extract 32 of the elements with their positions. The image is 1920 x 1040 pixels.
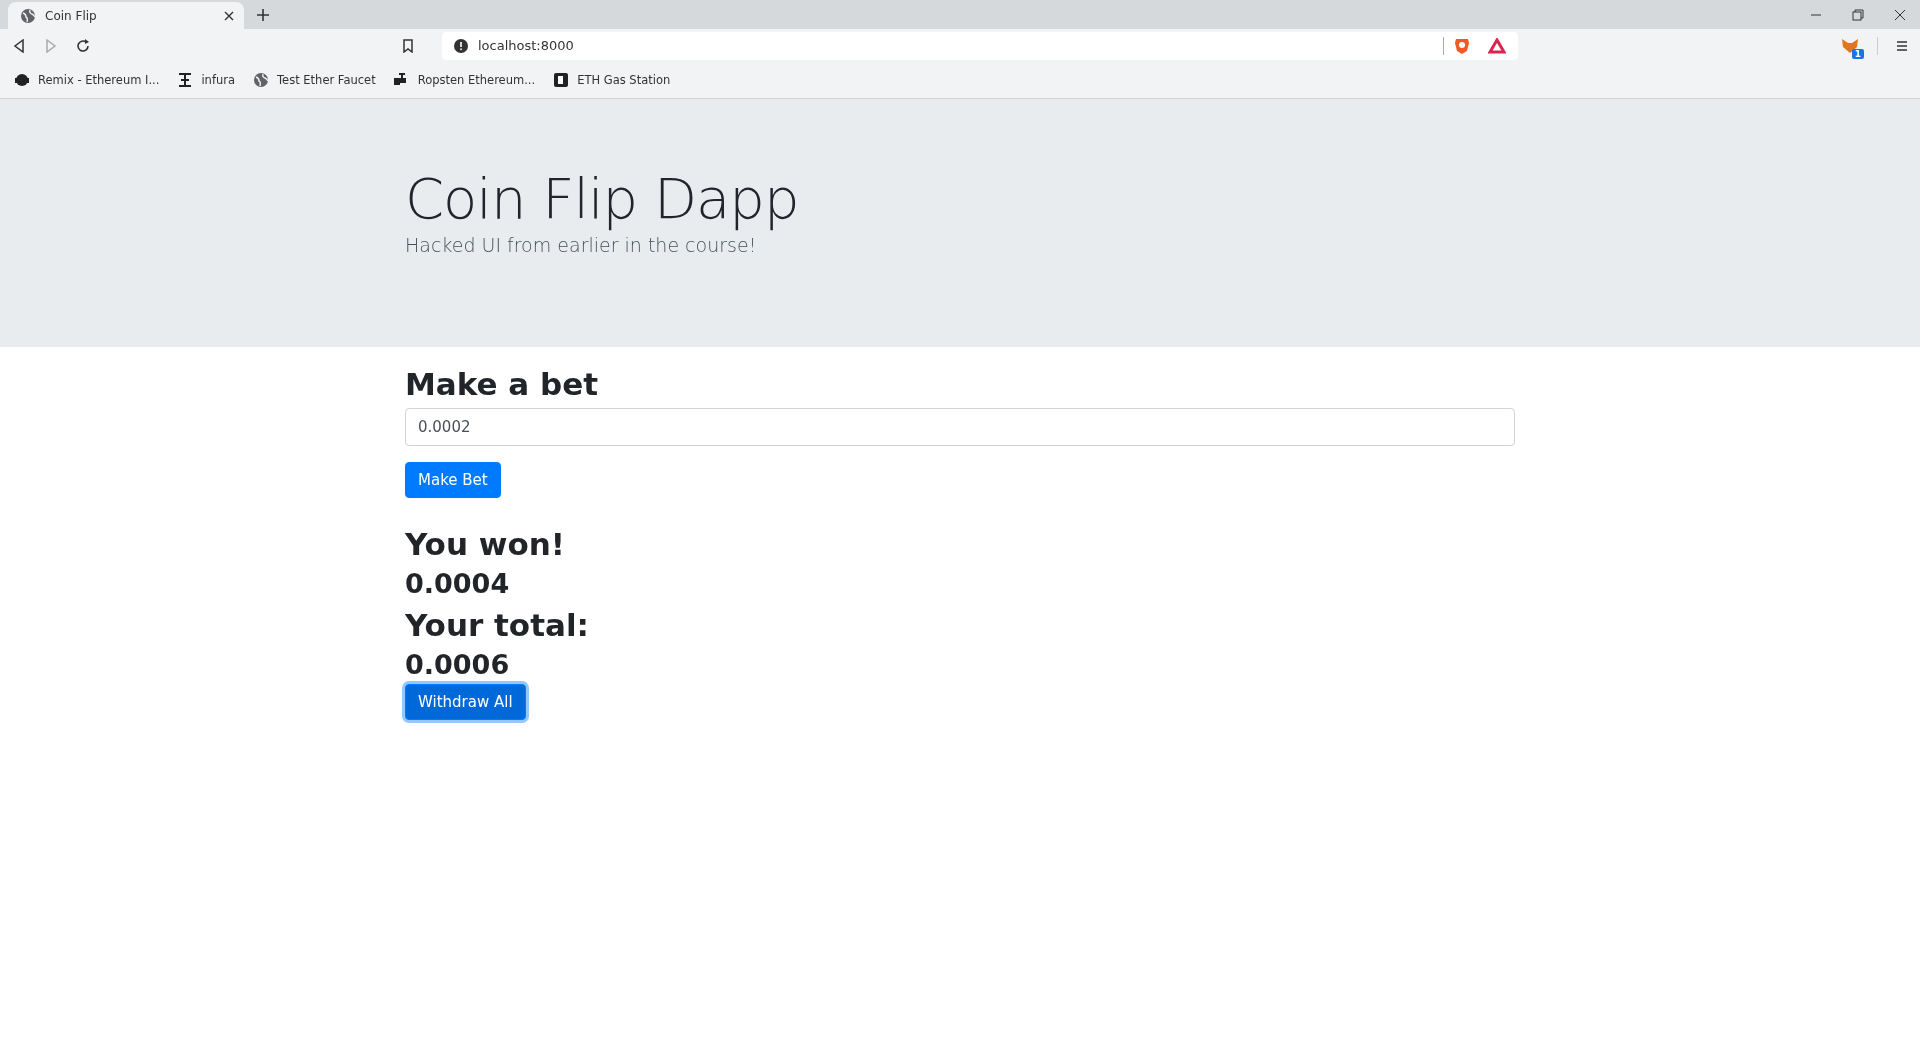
new-tab-icon[interactable] (256, 8, 270, 22)
total-label: Your total: (405, 607, 590, 643)
bet-heading: Make a bet (405, 366, 600, 402)
bet-amount-field[interactable]: 0.0002 (405, 408, 1515, 446)
bookmark-link[interactable]: infura (177, 72, 236, 88)
menu-icon[interactable] (1896, 39, 1908, 52)
close-icon[interactable] (224, 10, 234, 21)
globe-icon (20, 7, 36, 24)
page-title: Coin Flip Dapp (405, 165, 800, 233)
browser-tab[interactable]: Coin Flip (8, 2, 244, 29)
extension-badge: 1 (1851, 48, 1864, 59)
result-heading: You won! (405, 526, 566, 562)
bookmark-link[interactable]: Ropsten Ethereum... (393, 72, 536, 88)
globe-icon (253, 72, 270, 88)
page-subtitle: Hacked UI from earlier in the course! (405, 234, 758, 257)
fuel-pump-icon (553, 72, 570, 88)
bookmark-link[interactable]: ETH Gas Station (553, 72, 671, 88)
tab-title: Coin Flip (45, 8, 98, 23)
reload-icon[interactable] (76, 38, 90, 53)
info-icon[interactable] (454, 38, 468, 53)
bookmark-link[interactable]: Test Ether Faucet (253, 72, 376, 88)
withdraw-button[interactable]: Withdraw All (405, 684, 526, 720)
close-icon[interactable] (1894, 8, 1906, 21)
make-bet-button[interactable]: Make Bet (405, 462, 501, 498)
back-icon[interactable] (12, 38, 26, 53)
total-amount: 0.0006 (405, 649, 511, 680)
lion-shield-icon[interactable] (1454, 36, 1470, 55)
triangle-icon[interactable] (1488, 37, 1506, 54)
restore-icon[interactable] (1852, 8, 1864, 21)
won-amount: 0.0004 (405, 568, 511, 599)
bookmark-icon[interactable] (402, 38, 414, 53)
bookmark-link[interactable]: Remix - Ethereum I... (14, 72, 160, 88)
